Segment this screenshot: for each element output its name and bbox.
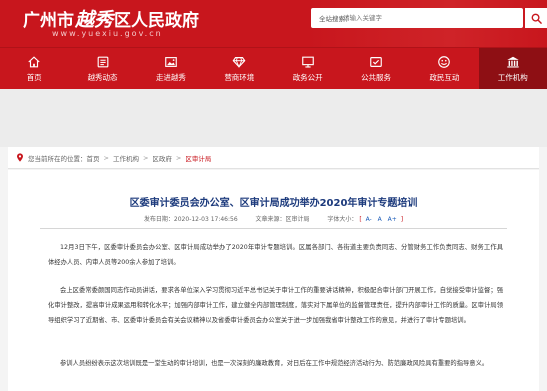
- breadcrumb-home[interactable]: 首页: [87, 153, 100, 163]
- location-pin-icon: [17, 153, 23, 162]
- search-button[interactable]: [525, 8, 547, 28]
- font-small-button[interactable]: A-: [366, 216, 372, 223]
- article: 区委审计委员会办公室、区审计局成功举办2020年审计专题培训 发布日期：2020…: [8, 170, 539, 391]
- nav-label: 政民互动: [429, 72, 460, 82]
- nav-item-interaction[interactable]: 政民互动: [410, 48, 478, 89]
- breadcrumb-current[interactable]: 区审计局: [185, 153, 211, 163]
- article-paragraph: 会上区委常委颜国同志作动员讲话，要求各单位深入学习贯彻习近平总书记关于审计工作的…: [48, 287, 503, 324]
- breadcrumb-separator: >: [103, 153, 109, 162]
- service-icon: [370, 56, 382, 67]
- interaction-icon: [438, 55, 451, 68]
- newspaper-icon: [97, 56, 108, 67]
- nav-label: 工作机构: [497, 72, 528, 82]
- main-nav: 首页 越秀动态 走进越秀 营商环境 政务公开 公共服务 政民互动 工作机构: [0, 47, 547, 89]
- site-domain: www.yuexiu.gov.cn: [52, 29, 163, 38]
- banner-area: [0, 89, 547, 147]
- nav-item-home[interactable]: 首页: [0, 48, 68, 89]
- breadcrumb-institutions[interactable]: 工作机构: [113, 153, 139, 163]
- font-size-label: 字体大小：: [327, 216, 358, 223]
- site-name-prefix: 广州市: [23, 11, 74, 31]
- nav-item-news[interactable]: 越秀动态: [68, 48, 136, 89]
- font-large-button[interactable]: A+: [388, 216, 397, 223]
- nav-item-services[interactable]: 公共服务: [342, 48, 410, 89]
- breadcrumb: 您当前所在的位置： 首页 > 工作机构 > 区政府 > 区审计局: [8, 147, 539, 169]
- nav-item-disclosure[interactable]: 政务公开: [274, 48, 342, 89]
- bracket-close: ]: [400, 216, 404, 223]
- nav-label: 营商环境: [224, 72, 255, 82]
- search-input[interactable]: [343, 11, 513, 25]
- nav-label: 走进越秀: [155, 72, 186, 82]
- site-logo[interactable]: 广州市越秀区人民政府: [23, 5, 199, 32]
- source-label: 文章来源：: [255, 216, 286, 223]
- article-paragraph: 参训人员纷纷表示这次培训既是一堂生动的审计培训，也是一次深刻的廉政教育，对日后在…: [60, 360, 489, 367]
- site-name-suffix: 区人民政府: [114, 11, 200, 31]
- breadcrumb-separator: >: [175, 153, 182, 162]
- nav-label: 首页: [26, 72, 42, 82]
- search-icon: [531, 13, 542, 24]
- date-label: 发布日期：: [143, 216, 174, 223]
- article-paragraph: 12月3日下午，区委审计委员会办公室、区审计局成功举办了2020年审计专题培训。…: [48, 244, 503, 266]
- search-box: 全站搜索：: [311, 8, 523, 28]
- article-title: 区委审计委员会办公室、区审计局成功举办2020年审计专题培训: [129, 198, 418, 209]
- nav-label: 越秀动态: [87, 72, 118, 82]
- breadcrumb-separator: >: [142, 153, 149, 162]
- breadcrumb-prefix: 您当前所在的位置：: [28, 154, 87, 163]
- breadcrumb-district-gov[interactable]: 区政府: [152, 153, 172, 163]
- home-icon: [28, 55, 40, 67]
- article-meta: 发布日期：2020-12-03 17:46:56 文章来源：区审计局 字体大小：…: [8, 214, 539, 223]
- diamond-icon: [232, 56, 246, 68]
- bracket-open: [: [359, 216, 362, 223]
- nav-item-institutions[interactable]: 工作机构: [478, 48, 547, 89]
- site-name-brush: 越秀: [75, 9, 114, 31]
- font-medium-button[interactable]: A: [378, 216, 382, 223]
- monitor-icon: [301, 56, 314, 68]
- title-divider: [40, 228, 507, 229]
- nav-label: 政务公开: [292, 72, 323, 82]
- publish-date: 2020-12-03 17:46:56: [173, 216, 238, 223]
- article-source: 区审计局: [285, 216, 310, 223]
- nav-label: 公共服务: [361, 72, 392, 82]
- nav-item-business[interactable]: 营商环境: [205, 48, 273, 89]
- nav-item-about[interactable]: 走进越秀: [137, 48, 205, 89]
- picture-icon: [165, 56, 177, 67]
- institution-icon: [507, 56, 519, 68]
